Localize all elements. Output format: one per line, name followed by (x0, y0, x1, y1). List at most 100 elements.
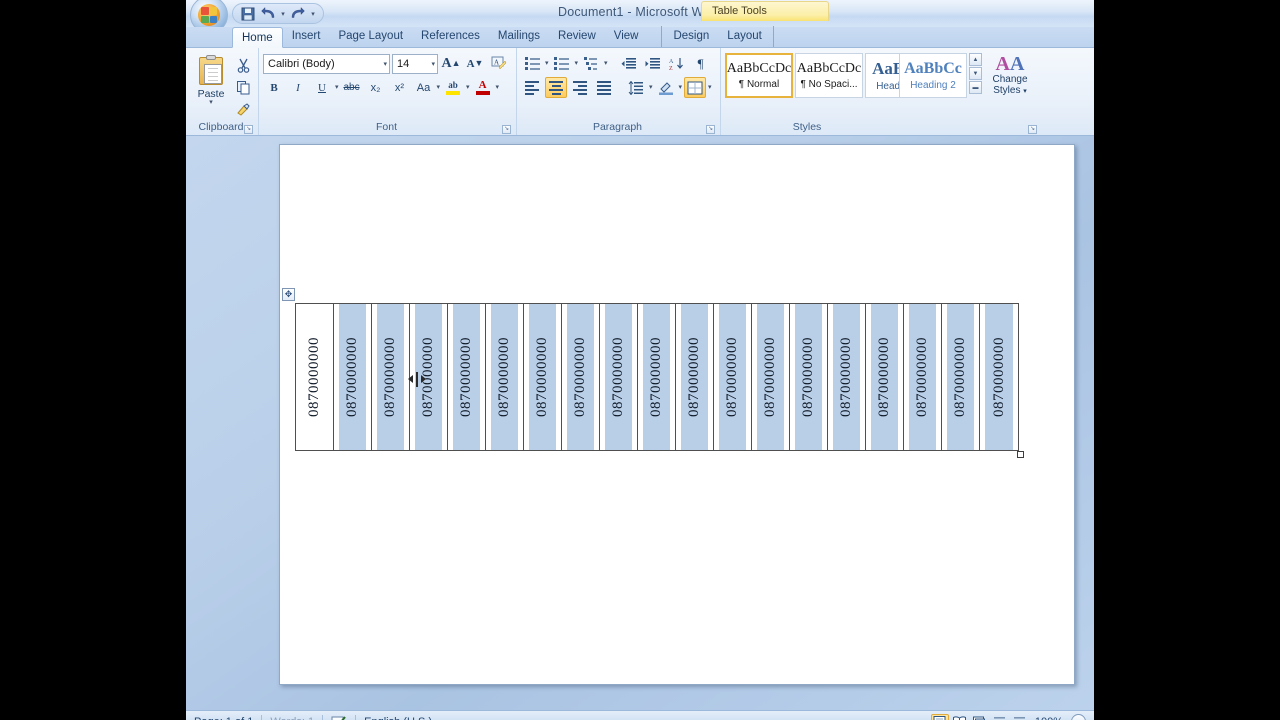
table-cell[interactable]: 0870000000 (790, 304, 828, 450)
word-table[interactable]: 0870000000 0870000000 0870000000 0870000000… (295, 303, 1019, 451)
borders-dropdown-icon[interactable]: ▾ (708, 84, 712, 91)
full-screen-reading-view-icon[interactable] (951, 714, 969, 720)
tab-page-layout[interactable]: Page Layout (329, 26, 412, 47)
status-page[interactable]: Page: 1 of 1 (186, 716, 261, 720)
paragraph-dialog-launcher[interactable]: ↘ (706, 125, 715, 134)
table-move-handle-icon[interactable]: ✥ (282, 288, 295, 301)
bold-button[interactable]: B (263, 77, 285, 98)
increase-indent-icon[interactable] (642, 53, 664, 74)
change-styles-button[interactable]: AA Change Styles ▾ (982, 53, 1038, 97)
style-heading-2[interactable]: AaBbCc Heading 2 (899, 53, 967, 98)
font-dialog-launcher[interactable]: ↘ (502, 125, 511, 134)
show-formatting-marks-icon[interactable]: ¶ (690, 53, 712, 74)
italic-button[interactable]: I (287, 77, 309, 98)
zoom-level-label[interactable]: 100% (1031, 716, 1069, 720)
font-size-combo[interactable]: 14 ▾ (392, 53, 438, 74)
table-cell[interactable]: 0870000000 (448, 304, 486, 450)
tab-layout[interactable]: Layout (718, 26, 771, 47)
table-resize-handle[interactable] (1017, 451, 1024, 458)
tab-home[interactable]: Home (232, 27, 283, 48)
table-cell[interactable]: 0870000000 (866, 304, 904, 450)
strikethrough-button[interactable]: abc (341, 77, 363, 98)
tab-references[interactable]: References (412, 26, 489, 47)
bullets-icon[interactable] (521, 53, 543, 74)
text-highlight-button[interactable]: ab (442, 77, 464, 98)
proofing-status-icon[interactable] (323, 715, 355, 720)
paste-button[interactable]: Paste ▾ (190, 53, 232, 106)
table-cell[interactable]: 0870000000 (410, 304, 448, 450)
tab-design[interactable]: Design (664, 26, 718, 47)
numbering-dropdown-icon[interactable]: ▾ (575, 60, 579, 67)
paste-dropdown-icon[interactable]: ▾ (209, 99, 213, 106)
style-normal[interactable]: AaBbCcDc ¶ Normal (725, 53, 793, 98)
table-cell[interactable]: 0870000000 (600, 304, 638, 450)
decrease-indent-icon[interactable] (618, 53, 640, 74)
table-cell[interactable]: 0870000000 (486, 304, 524, 450)
styles-dialog-launcher[interactable]: ↘ (1028, 125, 1037, 134)
change-case-dropdown-icon[interactable]: ▾ (437, 84, 441, 91)
underline-dropdown-icon[interactable]: ▾ (335, 84, 339, 91)
table-cell[interactable]: 0870000000 (942, 304, 980, 450)
font-color-dropdown-icon[interactable]: ▾ (496, 84, 500, 91)
zoom-out-button[interactable]: − (1071, 714, 1086, 720)
borders-icon[interactable] (684, 77, 707, 98)
table-cell[interactable]: 0870000000 (752, 304, 790, 450)
multilevel-list-icon[interactable] (580, 53, 602, 74)
tab-review[interactable]: Review (549, 26, 605, 47)
line-spacing-dropdown-icon[interactable]: ▾ (649, 84, 653, 91)
clipboard-dialog-launcher[interactable]: ↘ (244, 125, 253, 134)
text-highlight-dropdown-icon[interactable]: ▾ (466, 84, 470, 91)
table-cell[interactable]: 0870000000 (714, 304, 752, 450)
font-size-dropdown-icon[interactable]: ▾ (427, 60, 435, 68)
font-name-dropdown-icon[interactable]: ▾ (379, 60, 387, 68)
cut-icon[interactable] (232, 55, 254, 76)
table-cell[interactable]: 0870000000 (562, 304, 600, 450)
styles-scroll-up-icon[interactable]: ▲ (969, 53, 982, 66)
subscript-button[interactable]: x₂ (365, 77, 387, 98)
status-language[interactable]: English (U.S.) (356, 716, 440, 720)
table-cell[interactable]: 0870000000 (296, 304, 334, 450)
align-center-icon[interactable] (545, 77, 567, 98)
line-spacing-icon[interactable] (625, 77, 647, 98)
align-left-icon[interactable] (521, 77, 543, 98)
grow-font-icon[interactable]: A ▲ (440, 53, 462, 74)
cell-vertical-text: 0870000000 (762, 337, 778, 417)
styles-more-icon[interactable]: ▬ (969, 81, 982, 94)
outline-view-icon[interactable] (991, 714, 1009, 720)
font-color-button[interactable]: A (472, 77, 494, 98)
align-right-icon[interactable] (569, 77, 591, 98)
copy-icon[interactable] (232, 77, 254, 98)
table-cell[interactable]: 0870000000 (980, 304, 1018, 450)
sort-icon[interactable]: A Z (666, 53, 688, 74)
underline-button[interactable]: U (311, 77, 333, 98)
print-layout-view-icon[interactable] (930, 713, 949, 720)
font-name-combo[interactable]: Calibri (Body) ▾ (263, 53, 390, 74)
multilevel-list-dropdown-icon[interactable]: ▾ (604, 60, 608, 67)
table-cell[interactable]: 0870000000 (676, 304, 714, 450)
clear-formatting-icon[interactable]: A (488, 53, 510, 74)
table-cell[interactable]: 0870000000 (524, 304, 562, 450)
tab-mailings[interactable]: Mailings (489, 26, 549, 47)
numbering-icon[interactable] (551, 53, 573, 74)
format-painter-icon[interactable] (232, 99, 254, 120)
tab-view[interactable]: View (605, 26, 648, 47)
shading-dropdown-icon[interactable]: ▾ (679, 84, 683, 91)
table-cell[interactable]: 0870000000 (828, 304, 866, 450)
tab-insert[interactable]: Insert (283, 26, 330, 47)
style-no-spacing[interactable]: AaBbCcDc ¶ No Spaci... (795, 53, 863, 98)
bullets-dropdown-icon[interactable]: ▾ (545, 60, 549, 67)
document-page[interactable]: ✥ 0870000000 0870000000 0870000000 08700000… (279, 144, 1075, 685)
styles-scroll-down-icon[interactable]: ▼ (969, 67, 982, 80)
superscript-button[interactable]: x² (389, 77, 411, 98)
status-words[interactable]: Words: 1 (262, 716, 322, 720)
table-cell[interactable]: 0870000000 (334, 304, 372, 450)
shading-icon[interactable] (655, 77, 677, 98)
web-layout-view-icon[interactable] (971, 714, 989, 720)
table-cell[interactable]: 0870000000 (372, 304, 410, 450)
table-cell[interactable]: 0870000000 (904, 304, 942, 450)
shrink-font-icon[interactable]: A ▼ (464, 53, 486, 74)
change-case-button[interactable]: Aa (413, 77, 435, 98)
justify-icon[interactable] (593, 77, 615, 98)
table-cell[interactable]: 0870000000 (638, 304, 676, 450)
draft-view-icon[interactable] (1011, 714, 1029, 720)
